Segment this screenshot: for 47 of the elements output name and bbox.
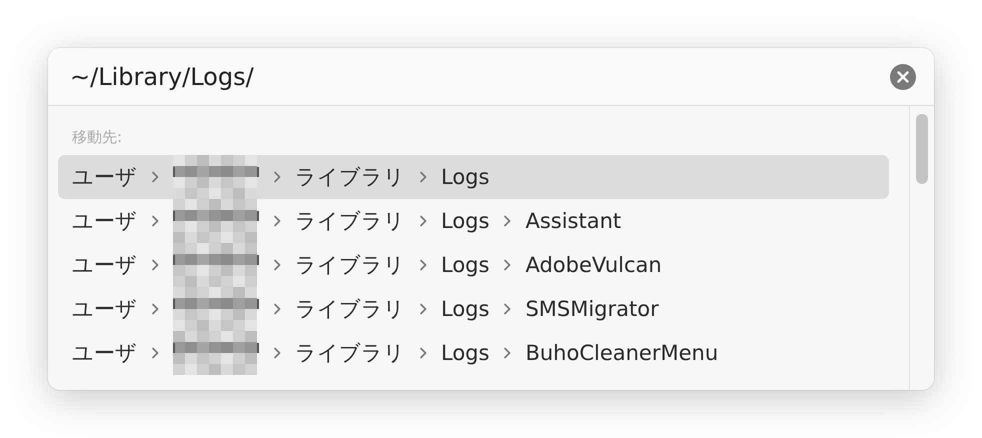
chevron-icon bbox=[503, 347, 512, 359]
result-row[interactable]: ユーザ ライブラリ Logs SMSMigrator bbox=[58, 287, 889, 331]
chevron-icon bbox=[151, 171, 159, 183]
folder-name: ユーザ bbox=[72, 208, 137, 235]
chevron-icon bbox=[419, 259, 427, 271]
folder-name: Logs bbox=[441, 297, 490, 321]
result-row[interactable]: ユーザ ライブラリ Logs BuhoCleanerMenu bbox=[58, 331, 889, 375]
chevron-icon bbox=[419, 171, 427, 183]
chevron-icon bbox=[273, 347, 281, 359]
chevron-icon bbox=[503, 215, 512, 227]
result-row[interactable]: ユーザ ライブラリ Logs Assistant bbox=[58, 199, 889, 243]
chevron-icon bbox=[273, 303, 281, 315]
folder-name: BuhoCleanerMenu bbox=[525, 341, 718, 365]
chevron-icon bbox=[503, 303, 512, 315]
folder-name: ライブラリ bbox=[295, 296, 405, 323]
folder-name: ユーザ bbox=[72, 252, 137, 279]
chevron-icon bbox=[419, 215, 427, 227]
folder-name: Logs bbox=[441, 253, 490, 277]
path-field[interactable]: ~/Library/Logs/ bbox=[70, 60, 890, 94]
folder-name: Logs bbox=[441, 165, 490, 189]
folder-name: ライブラリ bbox=[295, 164, 405, 191]
result-row[interactable]: ユーザ ライブラリ Logs AdobeVulcan bbox=[58, 243, 889, 287]
section-label: 移動先: bbox=[71, 127, 124, 148]
folder-name: Logs bbox=[441, 341, 490, 365]
scrollbar-thumb[interactable] bbox=[916, 114, 928, 184]
chevron-icon bbox=[419, 347, 427, 359]
clear-icon[interactable] bbox=[890, 64, 916, 90]
chevron-icon bbox=[273, 259, 281, 271]
result-row[interactable]: ユーザ ライブラリ Logs bbox=[58, 155, 889, 199]
folder-name: ユーザ bbox=[72, 296, 137, 323]
chevron-icon bbox=[151, 215, 159, 227]
chevron-icon bbox=[419, 303, 427, 315]
folder-name: ライブラリ bbox=[295, 208, 405, 235]
folder-name: ライブラリ bbox=[295, 340, 405, 367]
chevron-icon bbox=[503, 259, 512, 271]
folder-name: Logs bbox=[441, 209, 490, 233]
folder-name: AdobeVulcan bbox=[525, 253, 662, 277]
chevron-icon bbox=[273, 215, 281, 227]
folder-name: ユーザ bbox=[72, 164, 137, 191]
chevron-icon bbox=[151, 303, 159, 315]
chevron-icon bbox=[273, 171, 281, 183]
chevron-icon bbox=[151, 259, 159, 271]
folder-name: Assistant bbox=[525, 209, 622, 233]
folder-name: ユーザ bbox=[72, 340, 137, 367]
folder-name: ライブラリ bbox=[295, 252, 405, 279]
folder-name: SMSMigrator bbox=[525, 297, 659, 321]
chevron-icon bbox=[151, 347, 159, 359]
